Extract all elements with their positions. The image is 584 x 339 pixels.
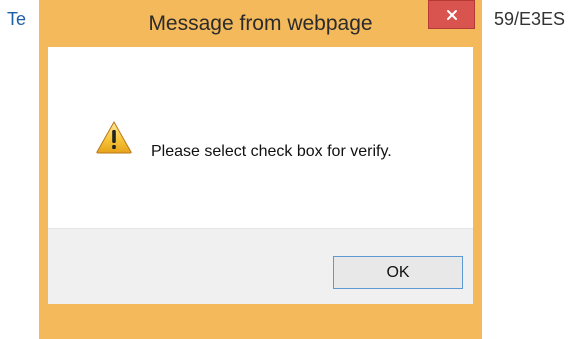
- warning-icon: [96, 121, 132, 154]
- dialog-message: Please select check box for verify.: [151, 143, 392, 160]
- close-icon: [446, 9, 457, 20]
- close-button[interactable]: [428, 0, 475, 29]
- dialog-footer: OK: [48, 228, 473, 304]
- dialog-titlebar[interactable]: Message from webpage: [39, 0, 482, 47]
- dialog-client-area: Please select check box for verify. OK: [48, 47, 473, 304]
- message-dialog: Message from webpage Please select check…: [39, 0, 482, 339]
- background-text: 59/E3ES: [494, 9, 566, 29]
- dialog-title: Message from webpage: [148, 12, 373, 35]
- dialog-content: Please select check box for verify.: [48, 47, 473, 228]
- ok-button[interactable]: OK: [333, 256, 463, 289]
- background-link-text[interactable]: Te: [7, 9, 26, 30]
